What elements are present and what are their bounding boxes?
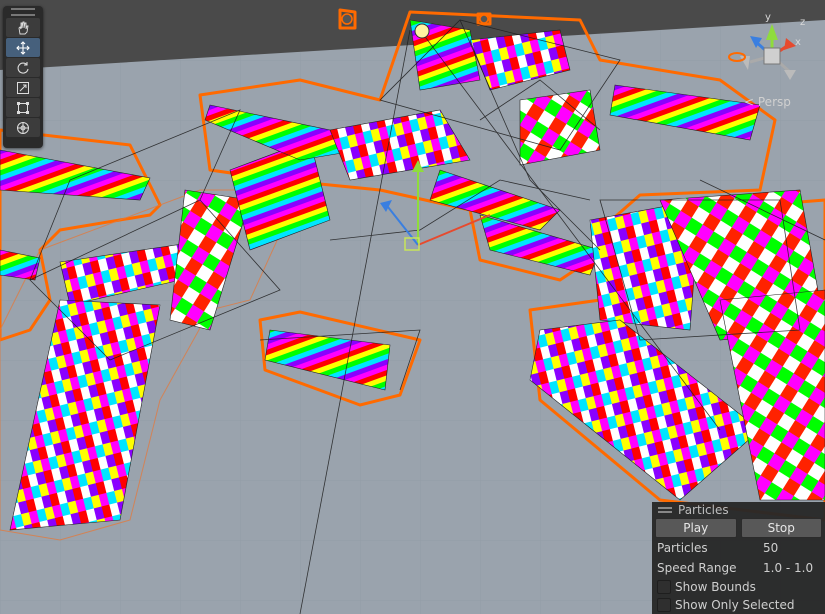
move-tool-button[interactable] [6,38,40,57]
speed-range-value: 1.0 - 1.0 [763,561,814,575]
particles-overlay-panel: Particles Play Stop Particles 50 Speed R… [652,502,825,614]
move-icon [16,40,30,55]
rect-transform-icon [17,101,29,114]
rect-tool-button[interactable] [6,98,40,117]
hand-tool-button[interactable] [6,18,40,37]
show-only-selected-label: Show Only Selected [675,598,795,612]
rotate-icon [17,61,29,74]
transform-tool-button[interactable] [6,118,40,137]
particles-count-label: Particles [657,541,708,555]
transform-icon [17,121,29,134]
tools-toolbar [3,6,43,148]
particles-count-row: Particles 50 [652,538,825,558]
gizmo-x-label: x [795,37,801,48]
show-only-selected-toggle[interactable]: Show Only Selected [652,596,825,614]
rotate-tool-button[interactable] [6,58,40,77]
panel-grip-icon [658,507,672,513]
projection-label: Persp [757,95,791,109]
projection-toggle[interactable]: < Persp [744,95,791,109]
sun-icon[interactable] [414,23,430,39]
effect-icon[interactable] [341,13,353,25]
show-bounds-checkbox[interactable] [657,580,671,594]
effect-icon-2[interactable] [479,14,489,24]
show-only-selected-checkbox[interactable] [657,598,671,612]
stop-button[interactable]: Stop [740,518,822,538]
panel-title: Particles [678,503,729,517]
hand-icon [18,21,29,34]
speed-range-row: Speed Range 1.0 - 1.0 [652,558,825,578]
show-bounds-label: Show Bounds [675,580,756,594]
play-button[interactable]: Play [655,518,737,538]
toolbar-grip[interactable] [11,8,35,16]
gizmo-z-label: z [800,17,805,28]
chevron-left-icon: < [744,95,758,109]
particles-count-value: 50 [763,541,779,555]
show-bounds-toggle[interactable]: Show Bounds [652,578,825,596]
scale-tool-button[interactable] [6,78,40,97]
gizmo-y-label: y [765,12,771,23]
speed-range-label: Speed Range [657,561,737,575]
panel-header[interactable]: Particles [652,502,825,518]
scale-icon [17,81,29,94]
